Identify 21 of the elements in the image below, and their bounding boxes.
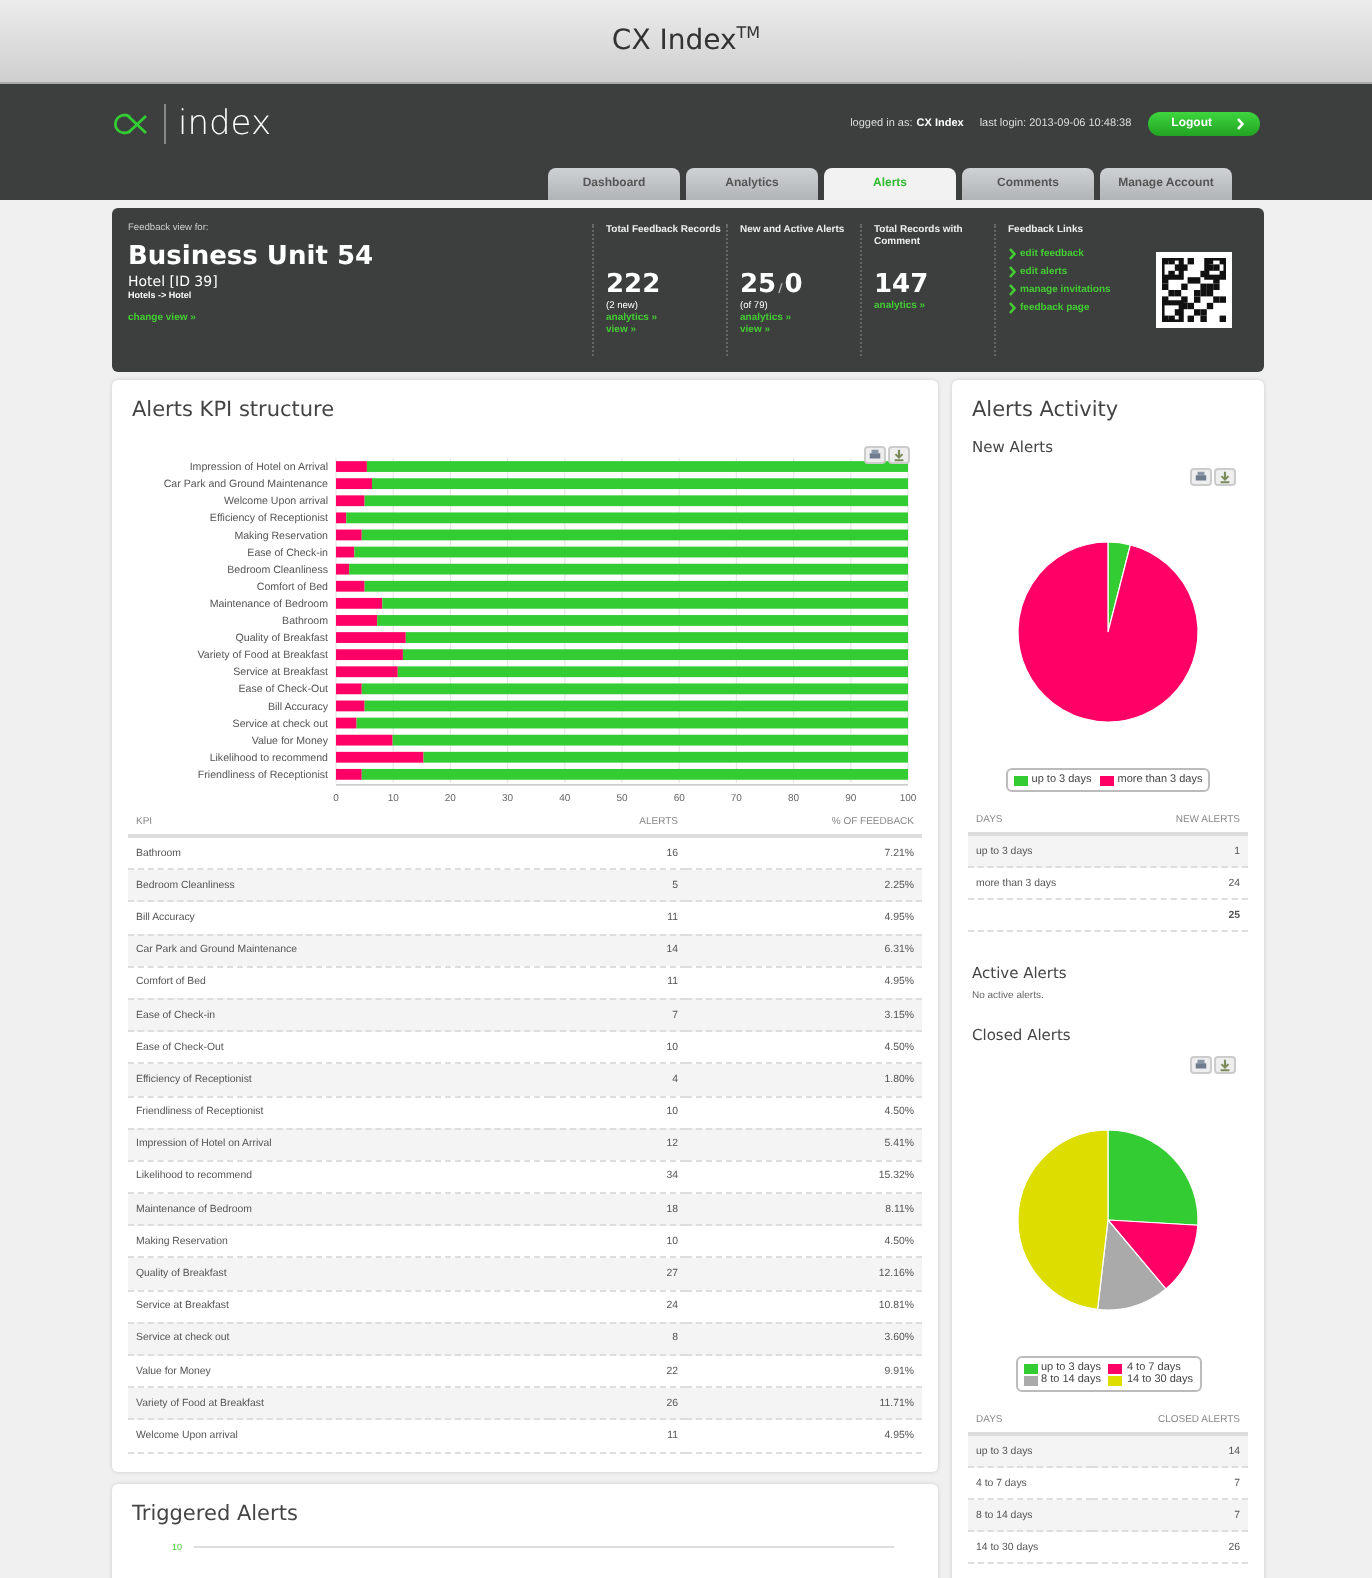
print-button[interactable] [1190,1056,1212,1074]
unit-name: Business Unit 54 [128,242,376,272]
download-button[interactable] [1214,468,1236,486]
card-title: Alerts Activity [972,398,1121,422]
legend-swatch [1013,775,1028,785]
card-title: Alerts KPI structure [132,398,337,422]
chevron-icon [1236,118,1244,130]
print-button[interactable] [864,446,886,464]
download-button[interactable] [888,446,910,464]
window-title: CX Index$^{TM}$ [611,24,761,58]
logo-text: index [178,104,272,144]
card-title: Triggered Alerts [132,1501,300,1526]
stat-value: 147 [874,270,929,300]
print-button[interactable] [1190,468,1212,486]
logo-icon [112,112,152,136]
stat-value: 25 [740,270,777,300]
legend-swatch [1099,775,1114,785]
download-button[interactable] [1214,1056,1236,1074]
qr-code-icon [1156,252,1232,328]
stat-value: 0 [784,270,803,300]
stat-value: 222 [606,270,661,300]
